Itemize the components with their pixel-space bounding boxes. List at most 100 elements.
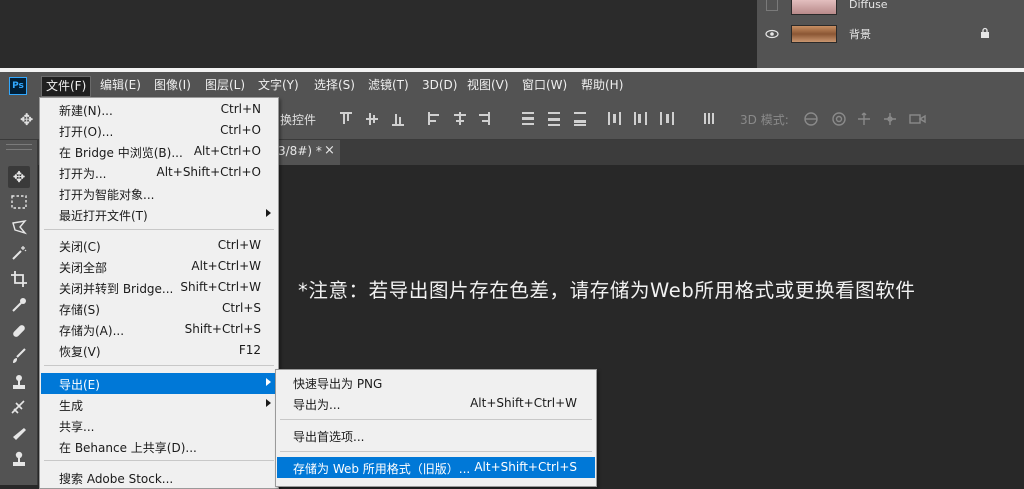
- layer-name: 背景: [849, 28, 871, 41]
- menu-item-label: 存储为 Web 所用格式（旧版）...: [293, 462, 471, 476]
- align-distribute-icons[interactable]: [340, 111, 720, 127]
- menu-item-label: 恢复(V): [59, 345, 101, 359]
- healing-brush-tool-icon[interactable]: [8, 320, 30, 342]
- menu-item-generate[interactable]: 生成: [41, 394, 277, 415]
- menu-item-save[interactable]: 存储(S) Ctrl+S: [41, 298, 277, 319]
- submenu-arrow-icon: [266, 399, 271, 407]
- gradient-tool-icon[interactable]: [8, 448, 30, 470]
- menu-item-label: 存储为(A)...: [59, 324, 125, 338]
- menu-view[interactable]: 视图(V): [463, 76, 513, 95]
- menu-item-save-as[interactable]: 存储为(A)... Shift+Ctrl+S: [41, 319, 277, 340]
- menu-item-open[interactable]: 打开(O)... Ctrl+O: [41, 120, 277, 141]
- menu-edit[interactable]: 编辑(E): [96, 76, 145, 95]
- layer-thumbnail: [791, 0, 837, 15]
- menu-item-save-for-web[interactable]: 存储为 Web 所用格式（旧版）... Alt+Shift+Ctrl+S: [277, 457, 595, 478]
- menu-item-label: 打开(O)...: [59, 125, 114, 139]
- crop-tool-icon[interactable]: [8, 268, 30, 290]
- menu-item-new[interactable]: 新建(N)... Ctrl+N: [41, 99, 277, 120]
- menu-layer[interactable]: 图层(L): [201, 76, 249, 95]
- lasso-tool-icon[interactable]: [8, 216, 30, 238]
- menu-item-shortcut: Ctrl+W: [217, 238, 261, 252]
- menu-item-revert[interactable]: 恢复(V) F12: [41, 340, 277, 361]
- menu-item-shortcut: Alt+Shift+Ctrl+S: [474, 460, 577, 474]
- menu-filter[interactable]: 滤镜(T): [364, 76, 413, 95]
- menu-help[interactable]: 帮助(H): [577, 76, 627, 95]
- menu-type[interactable]: 文字(Y): [254, 76, 303, 95]
- menu-item-open-as-smart-object[interactable]: 打开为智能对象...: [41, 183, 277, 204]
- menu-item-label: 存储(S): [59, 303, 100, 317]
- close-icon[interactable]: ×: [324, 143, 335, 158]
- menu-item-label: 导出为...: [293, 398, 341, 412]
- menu-item-label: 最近打开文件(T): [59, 209, 148, 223]
- eraser-tool-icon[interactable]: [8, 423, 30, 445]
- menu-file[interactable]: 文件(F): [41, 76, 92, 97]
- tools-panel: ✥: [0, 140, 38, 485]
- menu-item-export-preferences[interactable]: 导出首选项...: [277, 425, 595, 446]
- menu-item-shortcut: Ctrl+O: [220, 123, 261, 137]
- file-menu-dropdown: 新建(N)... Ctrl+N 打开(O)... Ctrl+O 在 Bridge…: [39, 97, 279, 489]
- menu-item-label: 快速导出为 PNG: [293, 377, 383, 391]
- menu-select[interactable]: 选择(S): [310, 76, 359, 95]
- menu-bar: Ps 文件(F) 编辑(E) 图像(I) 图层(L) 文字(Y) 选择(S) 滤…: [0, 72, 1024, 99]
- menu-item-shortcut: Alt+Shift+Ctrl+W: [470, 396, 577, 410]
- menu-separator: [280, 451, 592, 452]
- menu-item-label: 导出首选项...: [293, 430, 365, 444]
- panel-grip[interactable]: [6, 144, 32, 150]
- submenu-arrow-icon: [266, 378, 271, 386]
- menu-item-label: 共享...: [59, 420, 95, 434]
- history-brush-tool-icon[interactable]: [8, 397, 30, 419]
- menu-item-label: 在 Behance 上共享(D)...: [59, 441, 197, 455]
- menu-item-label: 关闭并转到 Bridge...: [59, 282, 174, 296]
- top-screenshot-region: Diffuse 背景: [0, 0, 1024, 68]
- layers-panel: Diffuse 背景: [757, 0, 1024, 68]
- menu-item-export[interactable]: 导出(E): [41, 373, 277, 394]
- menu-item-share-on-behance[interactable]: 在 Behance 上共享(D)...: [41, 436, 277, 457]
- menu-item-quick-export-png[interactable]: 快速导出为 PNG: [277, 372, 595, 393]
- menu-item-label: 搜索 Adobe Stock...: [59, 472, 174, 486]
- layer-name: Diffuse: [849, 0, 888, 11]
- menu-separator: [44, 460, 274, 461]
- eye-icon[interactable]: [765, 27, 779, 41]
- menu-item-label: 导出(E): [59, 378, 100, 392]
- menu-3d[interactable]: 3D(D): [418, 76, 461, 95]
- menu-item-shortcut: Shift+Ctrl+W: [180, 280, 261, 294]
- clone-stamp-tool-icon[interactable]: [8, 371, 30, 393]
- menu-window[interactable]: 窗口(W): [518, 76, 571, 95]
- menu-item-close-all[interactable]: 关闭全部 Alt+Ctrl+W: [41, 256, 277, 277]
- menu-item-export-as[interactable]: 导出为... Alt+Shift+Ctrl+W: [277, 393, 595, 414]
- menu-item-label: 打开为...: [59, 167, 107, 181]
- menu-item-browse-in-bridge[interactable]: 在 Bridge 中浏览(B)... Alt+Ctrl+O: [41, 141, 277, 162]
- menu-item-label: 打开为智能对象...: [59, 188, 155, 202]
- menu-item-open-as[interactable]: 打开为... Alt+Shift+Ctrl+O: [41, 162, 277, 183]
- menu-item-shortcut: Ctrl+S: [221, 301, 261, 315]
- move-tool-icon[interactable]: ✥: [8, 166, 30, 188]
- layer-row-diffuse[interactable]: Diffuse: [757, 0, 1024, 18]
- menu-item-close[interactable]: 关闭(C) Ctrl+W: [41, 235, 277, 256]
- menu-item-share[interactable]: 共享...: [41, 415, 277, 436]
- brush-tool-icon[interactable]: [8, 345, 30, 367]
- 3d-mode-icons[interactable]: [802, 110, 928, 128]
- menu-image[interactable]: 图像(I): [150, 76, 195, 95]
- move-tool-icon[interactable]: ✥: [20, 110, 33, 129]
- layer-thumbnail: [791, 25, 837, 43]
- photoshop-logo-icon: Ps: [9, 77, 27, 95]
- menu-item-shortcut: Shift+Ctrl+S: [184, 322, 261, 336]
- menu-separator: [280, 419, 592, 420]
- lock-icon: [979, 27, 991, 39]
- menu-item-close-and-go-to-bridge[interactable]: 关闭并转到 Bridge... Shift+Ctrl+W: [41, 277, 277, 298]
- layer-row-background[interactable]: 背景: [757, 22, 1024, 46]
- transform-controls-label[interactable]: 换控件: [280, 111, 316, 128]
- menu-item-label: 关闭全部: [59, 261, 108, 275]
- menu-separator: [44, 365, 274, 366]
- marquee-tool-icon[interactable]: [8, 191, 30, 213]
- menu-item-open-recent[interactable]: 最近打开文件(T): [41, 204, 277, 225]
- eyedropper-tool-icon[interactable]: [8, 294, 30, 316]
- menu-item-shortcut: Alt+Shift+Ctrl+O: [156, 165, 261, 179]
- menu-item-label: 新建(N)...: [59, 104, 113, 118]
- visibility-toggle-empty[interactable]: [766, 0, 778, 11]
- color-difference-notice: *注意：若导出图片存在色差，请存储为Web所用格式或更换看图软件: [298, 279, 916, 302]
- magic-wand-tool-icon[interactable]: [8, 242, 30, 264]
- menu-item-label: 在 Bridge 中浏览(B)...: [59, 146, 183, 160]
- export-submenu: 快速导出为 PNG 导出为... Alt+Shift+Ctrl+W 导出首选项.…: [275, 369, 597, 487]
- document-tab[interactable]: 3/8#) * ×: [270, 140, 340, 165]
